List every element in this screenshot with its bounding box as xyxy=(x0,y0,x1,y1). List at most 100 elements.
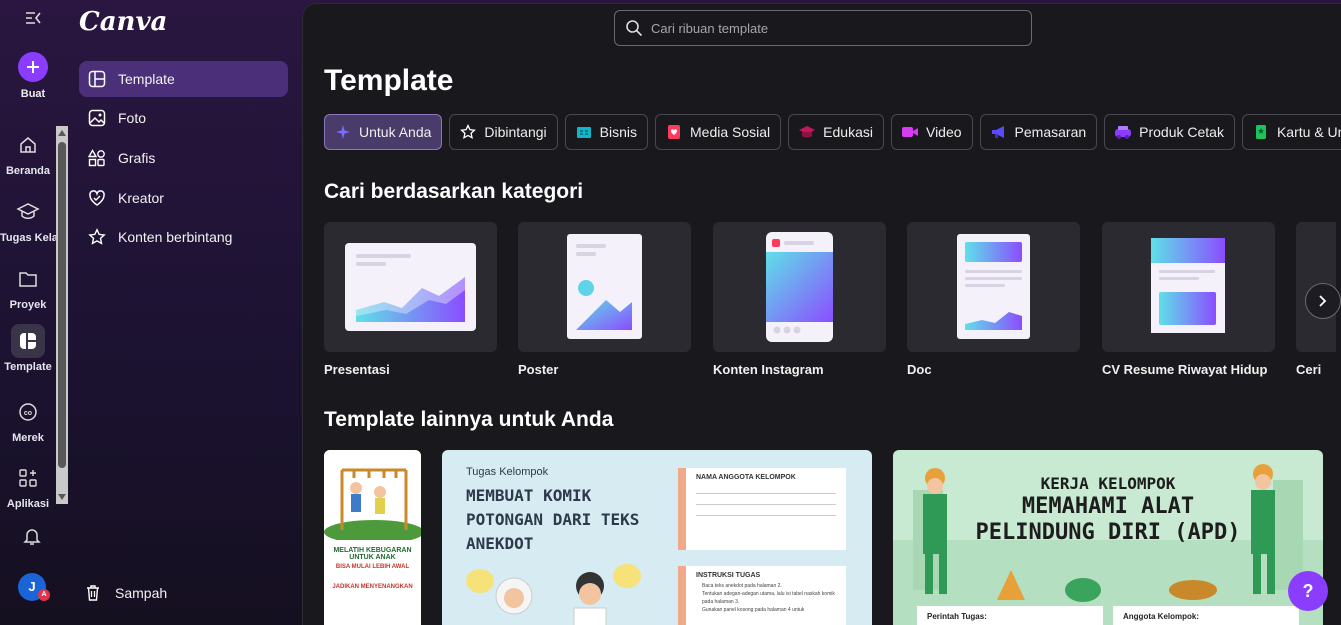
rail-item-tugas-kelas[interactable]: Tugas Kelas xyxy=(0,195,64,244)
template-kicker: Tugas Kelompok xyxy=(466,466,549,478)
rail-item-aplikasi[interactable]: Aplikasi xyxy=(0,461,56,510)
rail-label: Beranda xyxy=(5,165,51,177)
apps-icon xyxy=(11,461,45,495)
sparkle-icon xyxy=(334,123,352,141)
create-button[interactable]: Buat xyxy=(0,52,66,100)
template-kicker: KERJA KELOMPOK xyxy=(1040,474,1176,493)
folder-icon xyxy=(11,262,45,296)
graduation-cap-icon xyxy=(798,123,816,141)
chip-label: Produk Cetak xyxy=(1139,124,1224,140)
chip-label: Kartu & Un xyxy=(1276,124,1341,140)
sidebar-item-label: Kreator xyxy=(118,190,164,206)
scroll-up-icon[interactable] xyxy=(58,130,66,136)
category-card-konten-instagram[interactable]: Konten Instagram xyxy=(713,222,886,377)
chip-video[interactable]: Video xyxy=(890,114,973,150)
category-card-doc[interactable]: Doc xyxy=(907,222,1080,377)
canva-logo[interactable]: Canva xyxy=(79,7,167,37)
trash-icon xyxy=(87,585,99,601)
sidebar-item-template[interactable]: Template xyxy=(79,61,288,97)
heart-icon xyxy=(89,190,105,206)
chip-pemasaran[interactable]: Pemasaran xyxy=(979,114,1098,150)
rail-item-merek[interactable]: co Merek xyxy=(0,395,56,444)
member-box: NAMA ANGGOTA KELOMPOK xyxy=(678,468,846,550)
carousel-next-button[interactable] xyxy=(1305,283,1341,319)
task-box: Perintah Tugas: xyxy=(917,606,1103,625)
chip-label: Edukasi xyxy=(823,124,873,140)
heart-icon xyxy=(665,123,683,141)
sidebar-item-label: Template xyxy=(118,71,175,87)
template-card-komik-anekdot[interactable]: Tugas Kelompok MEMBUAT KOMIK POTONGAN DA… xyxy=(442,450,872,625)
sidebar-item-label: Grafis xyxy=(118,150,156,166)
template-icon xyxy=(88,70,106,88)
category-card-presentasi[interactable]: Presentasi xyxy=(324,222,497,377)
graduation-cap-icon xyxy=(11,195,45,229)
photo-icon xyxy=(88,109,106,127)
chip-media-sosial[interactable]: Media Sosial xyxy=(655,114,782,150)
category-card-cv-resume[interactable]: CV Resume Riwayat Hidup xyxy=(1102,222,1275,377)
template-card-apd[interactable]: KERJA KELOMPOK MEMAHAMI ALAT PELINDUNG D… xyxy=(893,450,1323,625)
rail-item-template[interactable]: Template xyxy=(0,324,56,373)
more-templates-heading: Template lainnya untuk Anda xyxy=(324,408,614,431)
sidebar-item-kreator[interactable]: Kreator xyxy=(79,180,288,216)
chip-produk-cetak[interactable]: Produk Cetak xyxy=(1104,114,1235,150)
chip-dibintangi[interactable]: Dibintangi xyxy=(449,114,558,150)
star-icon xyxy=(88,228,106,245)
star-icon xyxy=(459,123,477,141)
briefcase-icon xyxy=(575,123,593,141)
scroll-thumb[interactable] xyxy=(58,142,66,468)
search-bar[interactable] xyxy=(614,10,1032,46)
sidebar-item-label: Konten berbintang xyxy=(118,229,233,245)
collapse-menu-icon[interactable] xyxy=(22,10,44,32)
instruction-title: INSTRUKSI TUGAS xyxy=(696,572,761,579)
rail-label: Proyek xyxy=(9,299,47,311)
chevron-right-icon xyxy=(1319,295,1327,307)
search-icon xyxy=(626,20,643,37)
svg-text:co: co xyxy=(24,410,32,417)
instagram-thumbnail xyxy=(713,222,886,352)
page-title: Template xyxy=(324,64,454,97)
chip-kartu-undangan[interactable]: Kartu & Un xyxy=(1241,114,1341,150)
home-icon xyxy=(11,128,45,162)
chip-label: Media Sosial xyxy=(690,124,771,140)
scroll-down-icon[interactable] xyxy=(58,494,66,500)
sidebar-item-konten-berbintang[interactable]: Konten berbintang xyxy=(79,219,288,255)
chip-bisnis[interactable]: Bisnis xyxy=(564,114,649,150)
rail-label: Tugas Kelas xyxy=(0,232,64,244)
poster-thumbnail xyxy=(518,222,691,352)
category-card-poster[interactable]: Poster xyxy=(518,222,691,377)
trash-label: Sampah xyxy=(115,585,168,601)
notification-bell-icon[interactable] xyxy=(22,526,42,551)
template-card-kebugaran[interactable]: MELATIH KEBUGARAN UNTUK ANAK BISA MULAI … xyxy=(324,450,421,625)
instruction-item: Gunakan panel kosong pada halaman 4 untu… xyxy=(702,607,805,613)
card-icon xyxy=(1252,123,1270,141)
category-label: Poster xyxy=(518,362,559,377)
sidebar-item-grafis[interactable]: Grafis xyxy=(79,140,288,176)
chip-label: Untuk Anda xyxy=(359,124,432,140)
app-window: Buat Beranda Tugas Kelas Proyek Template xyxy=(0,0,1341,625)
category-label: Doc xyxy=(907,362,932,377)
chip-edukasi[interactable]: Edukasi xyxy=(788,114,884,150)
trash-link[interactable]: Sampah xyxy=(84,584,167,602)
chip-label: Dibintangi xyxy=(484,124,547,140)
search-input[interactable] xyxy=(651,20,1011,36)
chip-label: Video xyxy=(925,124,962,140)
plus-icon xyxy=(18,52,48,82)
sidebar-item-foto[interactable]: Foto xyxy=(79,100,288,136)
help-button[interactable]: ? xyxy=(1288,571,1328,611)
chip-untuk-anda[interactable]: Untuk Anda xyxy=(324,114,443,150)
template-title: PELINDUNG DIRI (APD) xyxy=(975,520,1241,545)
template-text: BISA MULAI LEBIH AWAL xyxy=(335,564,410,570)
rail-item-beranda[interactable]: Beranda xyxy=(0,128,56,177)
chip-label: Pemasaran xyxy=(1014,124,1087,140)
brand-icon: co xyxy=(11,395,45,429)
instruction-item: Baca teks anekdot pada halaman 2. xyxy=(702,583,782,589)
category-chip-row: Untuk Anda Dibintangi Bisnis Media Sosia… xyxy=(324,114,1341,150)
rail-label: Merek xyxy=(12,432,44,444)
category-label: Konten Instagram xyxy=(713,362,824,377)
category-label: Ceri xyxy=(1296,362,1322,377)
create-label: Buat xyxy=(20,88,46,100)
rail-item-proyek[interactable]: Proyek xyxy=(0,262,56,311)
shapes-icon xyxy=(88,149,105,167)
playground-illustration xyxy=(324,450,421,544)
member-box-title: NAMA ANGGOTA KELOMPOK xyxy=(696,474,796,481)
